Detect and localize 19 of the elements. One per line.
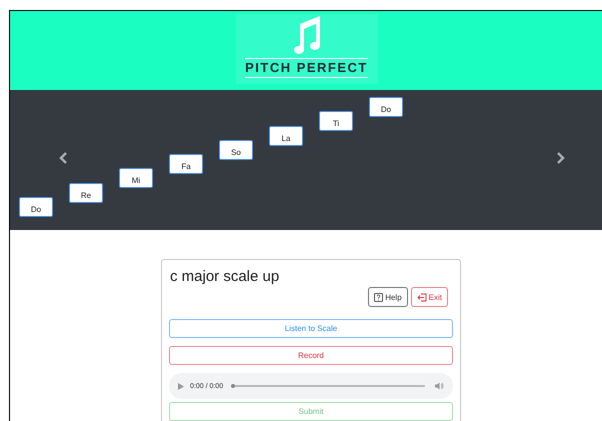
play-icon[interactable]	[178, 382, 184, 390]
chevron-right-icon[interactable]	[556, 152, 565, 164]
record-button[interactable]: Record	[169, 346, 453, 365]
card-title: c major scale up	[170, 268, 280, 285]
note-card[interactable]: Do	[369, 96, 403, 117]
note-card[interactable]: Ti	[319, 111, 353, 132]
volume-icon[interactable]	[435, 382, 444, 390]
help-button[interactable]: Help	[368, 287, 408, 307]
note-card[interactable]: Mi	[119, 168, 153, 188]
exit-button[interactable]: Exit	[410, 287, 448, 307]
exit-arrow-icon	[416, 292, 427, 302]
note-card[interactable]: So	[219, 140, 253, 160]
note-card[interactable]: Re	[69, 182, 103, 203]
logo-text: PITCH PERFECT	[245, 58, 368, 78]
note-card[interactable]: Do	[19, 197, 53, 217]
chevron-left-icon[interactable]	[59, 152, 68, 164]
question-icon	[374, 292, 384, 302]
note-card[interactable]: Fa	[169, 154, 203, 174]
note-card[interactable]: La	[269, 126, 303, 146]
